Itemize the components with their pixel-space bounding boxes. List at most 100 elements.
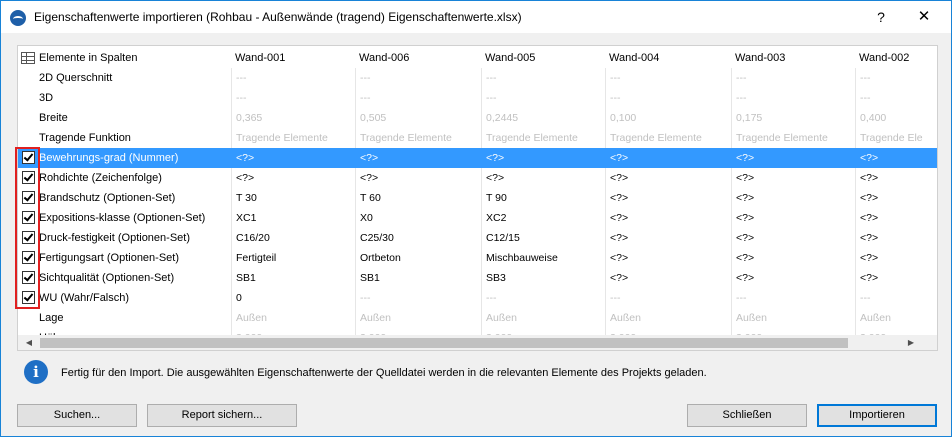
import-checkbox[interactable] [22,211,35,224]
grid-cell[interactable]: <?> [231,148,355,168]
column-header[interactable]: Wand-005 [481,48,605,68]
grid-cell[interactable]: --- [605,88,731,108]
grid-cell[interactable]: --- [355,288,481,308]
help-button[interactable]: ? [866,6,896,28]
grid-cell[interactable]: <?> [731,248,855,268]
column-header[interactable]: Wand-002 [855,48,937,68]
grid-cell[interactable]: Tragende Elemente [231,128,355,148]
table-row[interactable]: Tragende Funktion Tragende Elemente Tragen… [18,128,937,148]
grid-cell[interactable]: Tragende Elemente [355,128,481,148]
import-checkbox[interactable] [22,291,35,304]
import-button[interactable]: Importieren [817,404,937,427]
table-row[interactable]: Fertigungsart (Optionen-Set) Fertigteil Or… [18,248,937,268]
grid-cell[interactable]: Außen [731,308,855,328]
search-button[interactable]: Suchen... [17,404,137,427]
grid-cell[interactable]: C25/30 [355,228,481,248]
grid-cell[interactable]: XC1 [231,208,355,228]
grid-cell[interactable]: <?> [481,168,605,188]
grid-cell[interactable]: <?> [855,188,937,208]
grid-cell[interactable]: 0,505 [355,108,481,128]
grid-cell[interactable]: T 30 [231,188,355,208]
grid-cell[interactable]: Tragende Ele [855,128,937,148]
import-checkbox[interactable] [22,231,35,244]
grid-cell[interactable]: <?> [855,208,937,228]
grid-cell[interactable]: Mischbauweise [481,248,605,268]
grid-cell[interactable]: --- [481,88,605,108]
grid-cell[interactable]: --- [855,68,937,88]
grid-cell[interactable]: <?> [855,268,937,288]
table-row[interactable]: WU (Wahr/Falsch) 0 --- --- --- --- --- [18,288,937,308]
grid-cell[interactable]: T 90 [481,188,605,208]
grid-cell[interactable]: SB1 [355,268,481,288]
grid-cell[interactable]: --- [355,88,481,108]
grid-cell[interactable]: Außen [605,308,731,328]
scroll-left-arrow-icon[interactable]: ◀ [21,335,37,350]
table-row[interactable]: Breite 0,365 0,505 0,2445 0,100 0,175 0,400 [18,108,937,128]
grid-cell[interactable]: <?> [605,268,731,288]
grid-cell[interactable]: --- [481,288,605,308]
grid-cell[interactable]: Tragende Elemente [731,128,855,148]
grid-cell[interactable]: XC2 [481,208,605,228]
grid-cell[interactable]: --- [231,88,355,108]
grid-cell[interactable]: --- [731,88,855,108]
grid-cell[interactable]: <?> [855,148,937,168]
grid-cell[interactable]: 0,400 [855,108,937,128]
grid-cell[interactable]: Außen [355,308,481,328]
table-row[interactable]: Lage Außen Außen Außen Außen Außen Außen [18,308,937,328]
grid-cell[interactable]: --- [355,68,481,88]
grid-cell[interactable]: Fertigteil [231,248,355,268]
grid-cell[interactable]: Außen [231,308,355,328]
scroll-right-arrow-icon[interactable]: ▶ [903,335,919,350]
horizontal-scroll-thumb[interactable] [40,338,848,348]
grid-cell[interactable]: --- [731,68,855,88]
grid-cell[interactable]: Tragende Elemente [605,128,731,148]
save-report-button[interactable]: Report sichern... [147,404,297,427]
column-header[interactable]: Wand-003 [731,48,855,68]
grid-cell[interactable]: SB3 [481,268,605,288]
grid-cell[interactable]: --- [855,88,937,108]
grid-cell[interactable]: T 60 [355,188,481,208]
grid-cell[interactable]: --- [855,288,937,308]
grid-cell[interactable]: C16/20 [231,228,355,248]
grid-cell[interactable]: <?> [605,148,731,168]
import-checkbox[interactable] [22,251,35,264]
grid-cell[interactable]: --- [231,68,355,88]
grid-cell[interactable]: --- [605,68,731,88]
grid-cell[interactable]: --- [481,68,605,88]
grid-cell[interactable]: <?> [481,148,605,168]
grid-cell[interactable]: <?> [231,168,355,188]
grid-cell[interactable]: Ortbeton [355,248,481,268]
table-row[interactable]: 3D --- --- --- --- --- --- [18,88,937,108]
import-checkbox[interactable] [22,271,35,284]
grid-cell[interactable]: --- [731,288,855,308]
table-row[interactable]: Sichtqualität (Optionen-Set) SB1 SB1 SB3 <?>… [18,268,937,288]
grid-cell[interactable]: <?> [855,228,937,248]
grid-cell[interactable]: 0,2445 [481,108,605,128]
table-row[interactable]: 2D Querschnitt --- --- --- --- --- --- [18,68,937,88]
grid-cell[interactable]: 0,365 [231,108,355,128]
grid-cell[interactable]: Außen [481,308,605,328]
grid-cell[interactable]: Außen [855,308,937,328]
grid-cell[interactable]: <?> [605,208,731,228]
property-values-grid[interactable]: Elemente in Spalten Wand-001 Wand-006 Wa… [17,45,938,351]
grid-cell[interactable]: Tragende Elemente [481,128,605,148]
horizontal-scrollbar[interactable]: ◀ ▶ [18,335,937,350]
column-header[interactable]: Wand-001 [231,48,355,68]
grid-cell[interactable]: <?> [731,148,855,168]
table-row[interactable]: Brandschutz (Optionen-Set) T 30 T 60 T 90 <?… [18,188,937,208]
grid-cell[interactable]: 0 [231,288,355,308]
grid-cell[interactable]: <?> [855,248,937,268]
grid-cell[interactable]: SB1 [231,268,355,288]
grid-cell[interactable]: 0,175 [731,108,855,128]
grid-cell[interactable]: <?> [605,168,731,188]
import-checkbox[interactable] [22,151,35,164]
grid-cell[interactable]: <?> [731,228,855,248]
grid-cell[interactable]: <?> [731,188,855,208]
table-row[interactable]: Druck-festigkeit (Optionen-Set) C16/20 C25… [18,228,937,248]
import-checkbox[interactable] [22,191,35,204]
grid-cell[interactable]: X0 [355,208,481,228]
grid-cell[interactable]: --- [605,288,731,308]
column-header[interactable]: Wand-004 [605,48,731,68]
import-checkbox[interactable] [22,171,35,184]
column-header[interactable]: Wand-006 [355,48,481,68]
